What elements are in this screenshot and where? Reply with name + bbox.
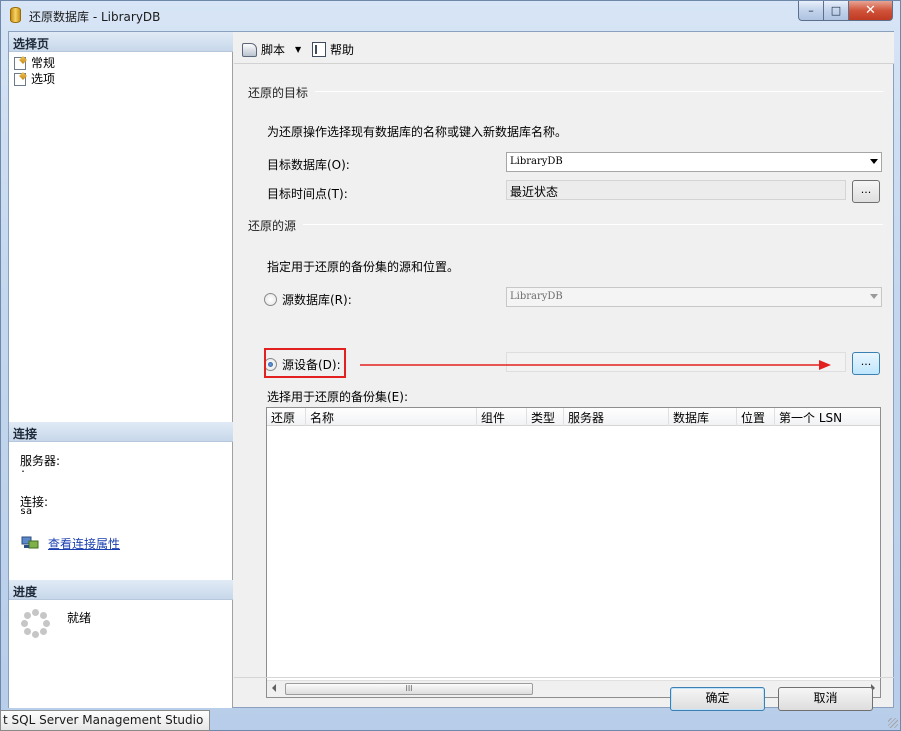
script-label: 脚本 bbox=[261, 43, 286, 57]
target-time-label: 目标时间点(T): bbox=[267, 187, 348, 201]
column-header-name[interactable]: 名称 bbox=[306, 408, 477, 426]
column-header-database[interactable]: 数据库 bbox=[669, 408, 737, 426]
column-header-server[interactable]: 服务器 bbox=[564, 408, 669, 426]
restore-source-group-title: 还原的源 bbox=[248, 219, 297, 233]
chevron-down-icon[interactable]: ▼ bbox=[295, 45, 301, 54]
connection-header: 连接 bbox=[9, 422, 233, 442]
target-time-field: 最近状态 bbox=[506, 180, 846, 200]
restore-target-description: 为还原操作选择现有数据库的名称或键入新数据库名称。 bbox=[267, 125, 568, 139]
minimize-button[interactable]: – bbox=[798, 1, 824, 21]
source-database-radio[interactable]: 源数据库(R): bbox=[264, 291, 352, 308]
annotation-arrow-icon bbox=[360, 360, 831, 370]
dialog-client-area: 选择页 常规 选项 连接 服务器: . 连接: sa 查看连接属性 进度 就绪 … bbox=[8, 31, 894, 711]
progress-header: 进度 bbox=[9, 580, 233, 600]
resize-grip-icon[interactable] bbox=[888, 718, 898, 728]
restore-source-description: 指定用于还原的备份集的源和位置。 bbox=[267, 260, 460, 274]
page-icon bbox=[13, 56, 28, 70]
connection-properties-icon bbox=[21, 536, 39, 549]
chevron-down-icon bbox=[870, 294, 878, 299]
nav-item-general[interactable]: 常规 bbox=[13, 54, 55, 71]
source-database-label: 源数据库(R): bbox=[282, 293, 352, 307]
column-header-position[interactable]: 位置 bbox=[737, 408, 775, 426]
ok-button[interactable]: 确定 bbox=[670, 687, 765, 711]
taskbar-tooltip: t SQL Server Management Studio bbox=[0, 710, 211, 731]
script-icon bbox=[242, 42, 257, 57]
nav-item-label: 选项 bbox=[31, 72, 56, 86]
select-page-header: 选择页 bbox=[9, 32, 233, 52]
column-header-type[interactable]: 类型 bbox=[527, 408, 564, 426]
nav-item-label: 常规 bbox=[31, 56, 56, 70]
title-bar[interactable]: 还原数据库 - LibraryDB – □ ✕ bbox=[1, 1, 900, 31]
backup-sets-label: 选择用于还原的备份集(E): bbox=[267, 390, 408, 404]
column-header-component[interactable]: 组件 bbox=[477, 408, 527, 426]
chevron-down-icon bbox=[870, 159, 878, 164]
nav-item-options[interactable]: 选项 bbox=[13, 70, 55, 87]
target-database-label: 目标数据库(O): bbox=[267, 158, 350, 172]
progress-spinner-icon bbox=[21, 609, 51, 639]
annotation-highlight-box bbox=[264, 348, 346, 378]
target-time-browse-button[interactable]: ... bbox=[852, 180, 880, 203]
source-device-browse-button[interactable]: ... bbox=[852, 352, 880, 375]
source-database-combo: LibraryDB bbox=[506, 287, 882, 307]
toolbar: 脚本 ▼ 帮助 bbox=[234, 32, 894, 64]
group-divider bbox=[315, 91, 883, 92]
target-database-value: LibraryDB bbox=[510, 156, 563, 167]
source-database-value: LibraryDB bbox=[510, 291, 563, 302]
page-icon bbox=[13, 72, 28, 86]
help-label: 帮助 bbox=[330, 43, 355, 57]
group-divider bbox=[303, 224, 883, 225]
window-controls: – □ ✕ bbox=[798, 1, 893, 21]
server-value: . bbox=[20, 464, 27, 475]
close-button[interactable]: ✕ bbox=[849, 1, 893, 21]
help-button[interactable]: 帮助 bbox=[312, 41, 354, 58]
restore-target-group-title: 还原的目标 bbox=[248, 86, 309, 100]
database-icon bbox=[10, 7, 21, 23]
left-pane: 选择页 常规 选项 连接 服务器: . 连接: sa 查看连接属性 进度 就绪 bbox=[9, 32, 233, 708]
radio-icon[interactable] bbox=[264, 293, 277, 306]
help-icon bbox=[312, 42, 326, 57]
restore-database-dialog: 还原数据库 - LibraryDB – □ ✕ 选择页 常规 选项 连接 服务器… bbox=[0, 0, 901, 731]
script-button[interactable]: 脚本 ▼ bbox=[242, 41, 301, 58]
column-header-restore[interactable]: 还原 bbox=[267, 408, 306, 426]
progress-status: 就绪 bbox=[67, 611, 92, 625]
general-page: 还原的目标 为还原操作选择现有数据库的名称或键入新数据库名称。 目标数据库(O)… bbox=[234, 65, 894, 708]
maximize-button[interactable]: □ bbox=[824, 1, 849, 21]
backup-sets-grid[interactable]: 还原 名称 组件 类型 服务器 数据库 位置 第一个 LSN III bbox=[266, 407, 881, 698]
column-header-first-lsn[interactable]: 第一个 LSN bbox=[775, 408, 880, 426]
grid-header: 还原 名称 组件 类型 服务器 数据库 位置 第一个 LSN bbox=[267, 408, 880, 426]
view-connection-properties-link[interactable]: 查看连接属性 bbox=[48, 535, 120, 552]
connection-value: sa bbox=[20, 506, 33, 517]
window-title: 还原数据库 - LibraryDB bbox=[29, 10, 161, 24]
target-database-combo[interactable]: LibraryDB bbox=[506, 152, 882, 172]
cancel-button[interactable]: 取消 bbox=[778, 687, 873, 711]
